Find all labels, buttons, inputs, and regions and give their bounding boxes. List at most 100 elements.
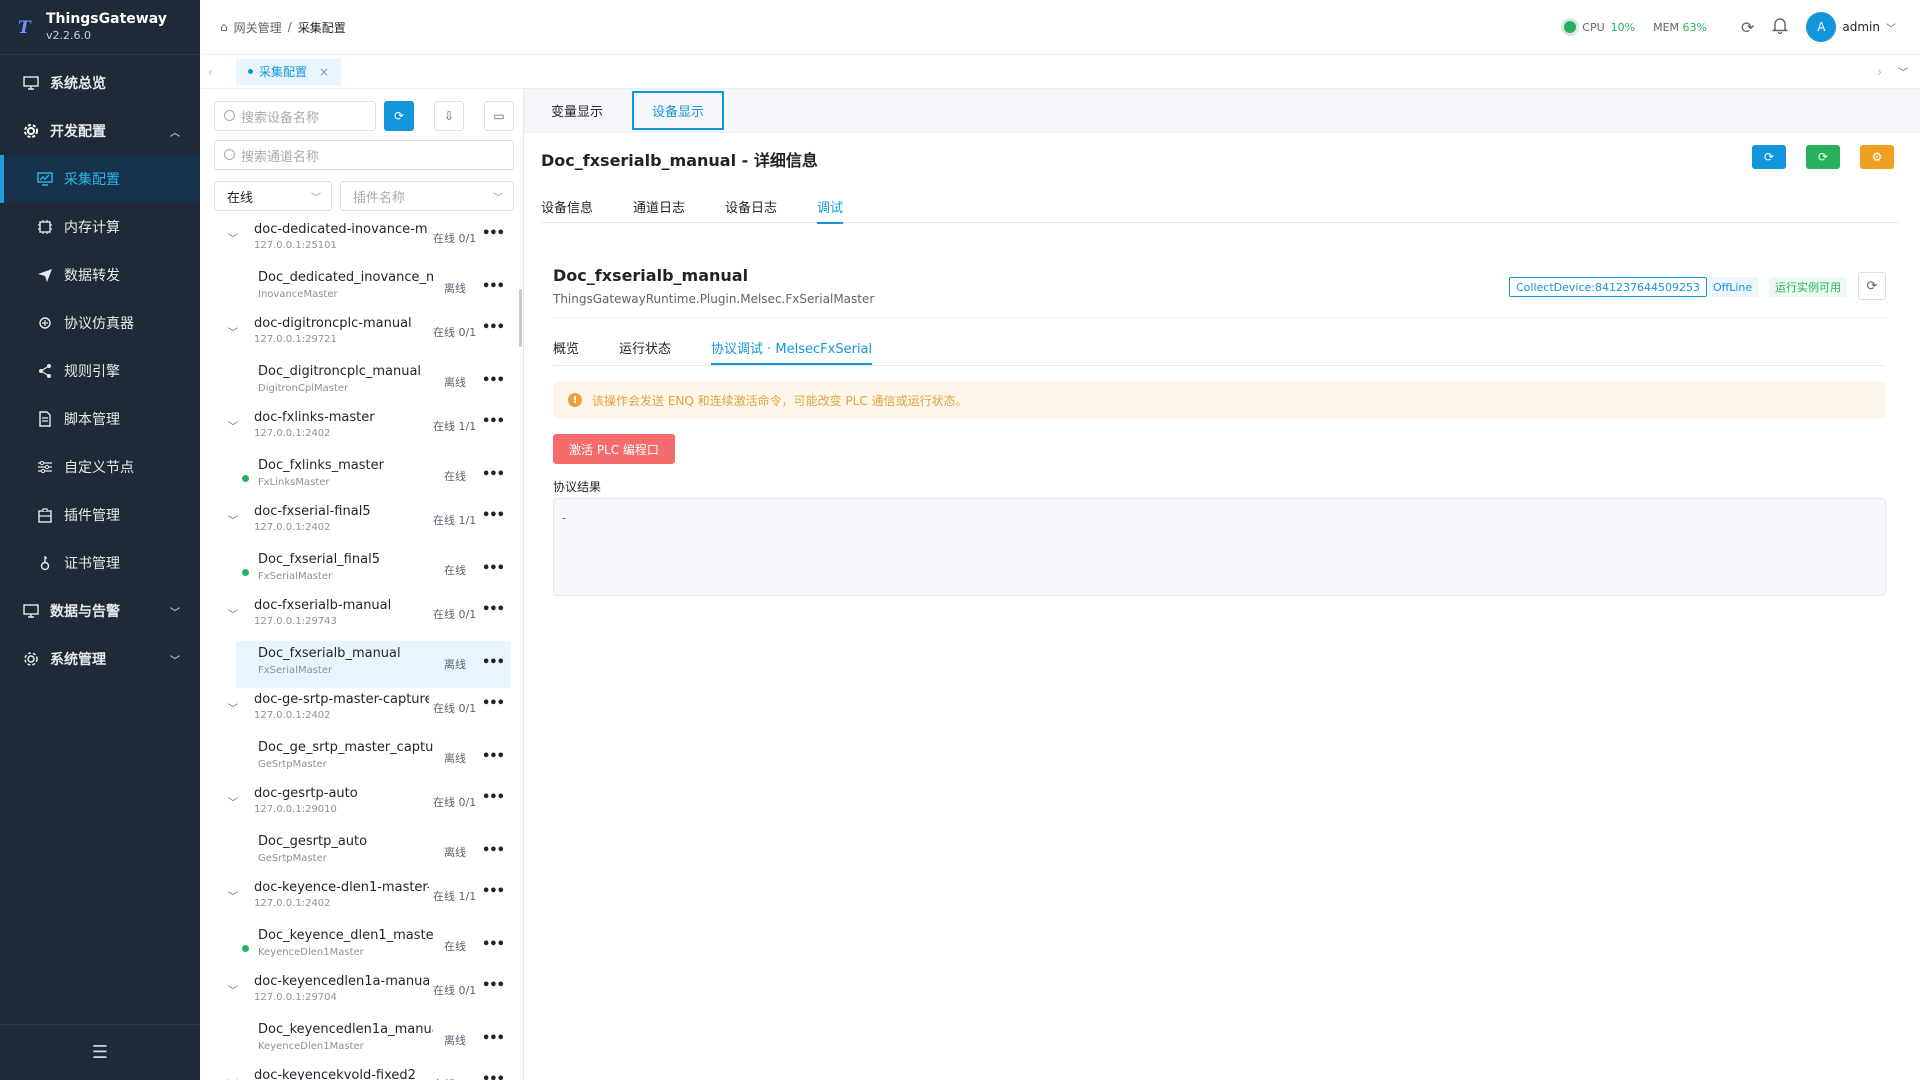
chevron-down-icon[interactable]: ﹀ bbox=[228, 512, 238, 527]
chevron-down-icon[interactable]: ﹀ bbox=[228, 888, 238, 903]
more-icon[interactable]: ••• bbox=[482, 696, 505, 711]
chevron-left-icon[interactable]: ‹ bbox=[208, 65, 213, 79]
tree-device[interactable]: Doc_gesrtp_auto GeSrtpMaster 离线 ••• bbox=[200, 829, 510, 876]
bell-icon[interactable] bbox=[1772, 17, 1789, 37]
tab-variable-view[interactable]: 变量显示 bbox=[540, 92, 614, 129]
tab-collect-config[interactable]: 采集配置 × bbox=[236, 58, 342, 85]
tree-scrollbar[interactable] bbox=[519, 289, 522, 347]
search-channel-input[interactable]: 搜索通道名称 bbox=[214, 140, 514, 170]
more-icon[interactable]: ••• bbox=[482, 937, 505, 952]
chevron-down-icon[interactable]: ﹀ bbox=[228, 324, 238, 339]
more-icon[interactable]: ••• bbox=[482, 749, 505, 764]
plugin-filter-select[interactable]: 插件名称 ﹀ bbox=[340, 181, 514, 211]
more-icon[interactable]: ••• bbox=[482, 843, 505, 858]
sidebar-item-plugin-manage[interactable]: 插件管理 bbox=[0, 491, 200, 539]
refresh-icon[interactable]: ⟳ bbox=[1741, 18, 1754, 37]
more-icon[interactable]: ••• bbox=[482, 508, 505, 523]
user-menu[interactable]: A admin ﹀ bbox=[1806, 12, 1896, 42]
sidebar-item-label: 系统管理 bbox=[50, 652, 106, 668]
more-icon[interactable]: ••• bbox=[482, 320, 505, 335]
sidebar-item-collect-config[interactable]: 采集配置 bbox=[0, 155, 200, 203]
tab-protocol-debug[interactable]: 协议调试 · MelsecFxSerial bbox=[711, 338, 873, 365]
tree-device[interactable]: Doc_dedicated_inovance_ma... InovanceMast… bbox=[200, 265, 510, 312]
brand[interactable]: T ThingsGateway v2.2.6.0 bbox=[0, 0, 200, 55]
tree-device[interactable]: Doc_fxserialb_manual FxSerialMaster 离线 ••• bbox=[236, 641, 510, 688]
tab-overview[interactable]: 概览 bbox=[553, 338, 579, 364]
more-icon[interactable]: ••• bbox=[482, 790, 505, 805]
chevron-down-icon[interactable]: ﹀ bbox=[228, 700, 238, 715]
settings-button[interactable]: ⚙ bbox=[1860, 145, 1894, 169]
more-icon[interactable]: ••• bbox=[482, 1072, 505, 1080]
tree-group[interactable]: ﹀ doc-fxlinks-master 127.0.0.1:2402 在线 1/1 •… bbox=[200, 406, 510, 453]
sidebar-item-system-manage[interactable]: 系统管理 ﹀ bbox=[0, 635, 200, 683]
sidebar-item-overview[interactable]: 系统总览 bbox=[0, 59, 200, 107]
chevron-down-icon[interactable]: ﹀ bbox=[228, 794, 238, 809]
more-icon[interactable]: ••• bbox=[482, 373, 505, 388]
tree-device[interactable]: Doc_digitroncplc_manual DigitronCplMaster… bbox=[200, 359, 510, 406]
tree-group[interactable]: ﹀ doc-ge-srtp-master-capture4 127.0.0.1:24… bbox=[200, 688, 510, 735]
tab-debug[interactable]: 调试 bbox=[817, 197, 844, 224]
tab-runtime-status[interactable]: 运行状态 bbox=[619, 338, 671, 364]
sidebar-item-memory-compute[interactable]: 内存计算 bbox=[0, 203, 200, 251]
activate-plc-button[interactable]: 激活 PLC 编程口 bbox=[553, 434, 675, 464]
sidebar-item-custom-node[interactable]: 自定义节点 bbox=[0, 443, 200, 491]
more-icon[interactable]: ••• bbox=[482, 602, 505, 617]
chevron-down-icon[interactable]: ﹀ bbox=[228, 230, 238, 245]
restart-button[interactable]: ⟳ bbox=[1806, 145, 1840, 169]
tree-device[interactable]: Doc_keyence_dlen1_master_f... KeyenceDlen… bbox=[200, 923, 510, 970]
more-icon[interactable]: ••• bbox=[482, 884, 505, 899]
more-icon[interactable]: ••• bbox=[482, 561, 505, 576]
more-icon[interactable]: ••• bbox=[482, 978, 505, 993]
sidebar-item-devconfig[interactable]: 开发配置 ︿ bbox=[0, 107, 200, 155]
tree-group[interactable]: ﹀ doc-digitroncplc-manual 127.0.0.1:29721 在… bbox=[200, 312, 510, 359]
close-icon[interactable]: × bbox=[319, 65, 329, 79]
chart-monitor-icon bbox=[36, 170, 54, 188]
search-device-input[interactable]: 搜索设备名称 bbox=[214, 101, 376, 131]
chevron-down-icon[interactable]: ﹀ bbox=[228, 1076, 238, 1080]
sidebar-item-script-manage[interactable]: 脚本管理 bbox=[0, 395, 200, 443]
home-icon[interactable]: ⌂ bbox=[220, 20, 228, 34]
sidebar-item-data-alarm[interactable]: 数据与告警 ﹀ bbox=[0, 587, 200, 635]
tab-device-view[interactable]: 设备显示 bbox=[632, 91, 725, 130]
refresh-button[interactable]: ⟳ bbox=[1752, 145, 1786, 169]
chevron-down-icon[interactable]: ﹀ bbox=[228, 606, 238, 621]
tree-device[interactable]: Doc_ge_srtp_master_capture4 GeSrtpMaster 离… bbox=[200, 735, 510, 782]
more-icon[interactable]: ••• bbox=[482, 1031, 505, 1046]
status-filter-select[interactable]: 在线 ﹀ bbox=[214, 181, 332, 211]
tree-device[interactable]: Doc_fxlinks_master FxLinksMaster 在线 ••• bbox=[200, 453, 510, 500]
detail-tabs: 设备信息 通道日志 设备日志 调试 bbox=[541, 197, 1898, 224]
more-icon[interactable]: ••• bbox=[482, 279, 505, 294]
device-status: 在线 bbox=[444, 470, 466, 483]
tree-group[interactable]: ﹀ doc-keyencekvold-fixed2 在线 0/1 ••• bbox=[200, 1064, 510, 1080]
tree-device[interactable]: Doc_fxserial_final5 FxSerialMaster 在线 ••• bbox=[200, 547, 510, 594]
more-icon[interactable]: ••• bbox=[482, 467, 505, 482]
collapse-menu-button[interactable]: ☰ bbox=[0, 1024, 200, 1080]
chevron-right-icon[interactable]: › bbox=[1877, 65, 1882, 79]
more-icon[interactable]: ••• bbox=[482, 226, 505, 241]
chevron-down-icon[interactable]: ﹀ bbox=[228, 418, 238, 433]
export-button[interactable]: ⇩ bbox=[434, 101, 464, 131]
sidebar-item-rule-engine[interactable]: 规则引擎 bbox=[0, 347, 200, 395]
breadcrumb-root[interactable]: 网关管理 bbox=[234, 19, 282, 36]
sidebar-item-cert-manage[interactable]: 证书管理 bbox=[0, 539, 200, 587]
tree-group[interactable]: ﹀ doc-gesrtp-auto 127.0.0.1:29010 在线 0/1 ••• bbox=[200, 782, 510, 829]
tree-group[interactable]: ﹀ doc-fxserial-final5 127.0.0.1:2402 在线 1/1… bbox=[200, 500, 510, 547]
more-icon[interactable]: ••• bbox=[482, 655, 505, 670]
more-icon[interactable]: ••• bbox=[482, 414, 505, 429]
tree-group[interactable]: ﹀ doc-dedicated-inovance-m... 127.0.0.1:25… bbox=[200, 218, 510, 265]
tree-group[interactable]: ﹀ doc-fxserialb-manual 127.0.0.1:29743 在线 0… bbox=[200, 594, 510, 641]
tab-device-log[interactable]: 设备日志 bbox=[725, 197, 777, 223]
refresh-tree-button[interactable]: ⟳ bbox=[384, 101, 414, 131]
tab-device-info[interactable]: 设备信息 bbox=[541, 197, 593, 223]
tree-group[interactable]: ﹀ doc-keyence-dlen1-master-... 127.0.0.1:2… bbox=[200, 876, 510, 923]
chevron-down-icon[interactable]: ﹀ bbox=[228, 982, 238, 997]
tab-channel-log[interactable]: 通道日志 bbox=[633, 197, 685, 223]
tree-device[interactable]: Doc_keyencedlen1a_manual KeyenceDlen1Mast… bbox=[200, 1017, 510, 1064]
sidebar-item-data-forward[interactable]: 数据转发 bbox=[0, 251, 200, 299]
tree-group[interactable]: ﹀ doc-keyencedlen1a-manual 127.0.0.1:29704… bbox=[200, 970, 510, 1017]
chevron-down-icon[interactable]: ﹀ bbox=[1898, 64, 1908, 79]
sidebar-item-protocol-simulator[interactable]: 协议仿真器 bbox=[0, 299, 200, 347]
refresh-device-button[interactable]: ⟳ bbox=[1858, 272, 1886, 300]
group-address: 127.0.0.1:2402 bbox=[254, 710, 331, 721]
display-button[interactable]: ▭ bbox=[484, 101, 514, 131]
